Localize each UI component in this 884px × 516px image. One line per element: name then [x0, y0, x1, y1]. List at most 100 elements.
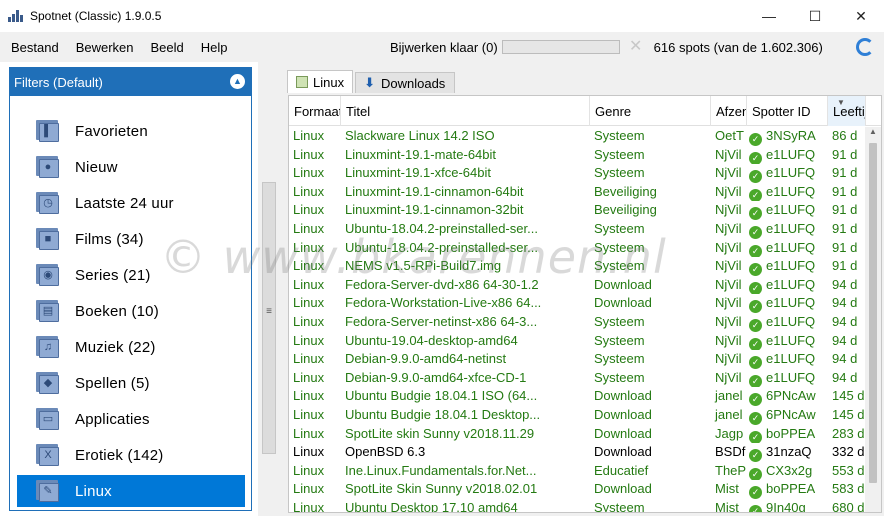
cell-genre: Educatief	[594, 462, 649, 478]
table-row[interactable]: Linux Fedora-Server-dvd-x86 64-30-1.2 Down…	[289, 276, 865, 295]
filter-item[interactable]: X Erotiek (142)	[17, 439, 245, 471]
table-row[interactable]: Linux SpotLite skin Sunny v2018.11.29 Down…	[289, 425, 865, 444]
table-row[interactable]: Linux Linuxmint-19.1-xfce-64bit Systeem NjV…	[289, 164, 865, 183]
cell-sender: NjVil	[715, 276, 742, 292]
cell-title: Ubuntu-18.04.2-preinstalled-ser...	[345, 239, 538, 255]
cell-age: 94 d	[832, 314, 858, 329]
cell-age: 94 d	[832, 351, 858, 367]
refresh-icon[interactable]	[856, 38, 874, 56]
cell-spotter: ✓ e1LUFQ	[747, 146, 828, 165]
table-row[interactable]: Linux Debian-9.9.0-amd64-netinst Systeem Nj…	[289, 350, 865, 369]
cell-title: Linuxmint-19.1-mate-64bit	[345, 146, 497, 162]
cell-age: 91 d	[832, 165, 858, 181]
minimize-button[interactable]: —	[746, 0, 792, 32]
column-header-format[interactable]: Formaat	[289, 96, 341, 126]
tab-linux[interactable]: Linux	[287, 70, 354, 93]
table-row[interactable]: Linux Ine.Linux.Fundamentals.for.Net... Ed…	[289, 462, 865, 481]
filter-label: Series (21)	[75, 266, 151, 284]
table-row[interactable]: Linux Ubuntu-19.04-desktop-amd64 Systeem Nj…	[289, 332, 865, 351]
table-row[interactable]: Linux Ubuntu-18.04.2-preinstalled-ser... S…	[289, 220, 865, 239]
splitter-grip-icon[interactable]: ≡	[264, 307, 274, 322]
filter-item[interactable]: ■ Films (34)	[17, 223, 245, 255]
filter-item[interactable]: ▤ Boeken (10)	[17, 295, 245, 327]
folder-icon: ▭	[36, 408, 60, 430]
verified-check-icon: ✓	[749, 263, 762, 276]
cell-spotter: ✓ 6PNcAw	[747, 387, 828, 406]
table-row[interactable]: Linux Slackware Linux 14.2 ISO Systeem OetT…	[289, 127, 865, 146]
verified-check-icon: ✓	[749, 151, 762, 165]
verified-check-icon: ✓	[749, 319, 762, 332]
scroll-up-icon[interactable]: ▲	[865, 127, 881, 141]
table-row[interactable]: Linux Ubuntu Desktop 17.10 amd64 Systeem Mi…	[289, 499, 865, 513]
cancel-update-icon[interactable]: ✕	[626, 39, 646, 55]
table-row[interactable]: Linux Fedora-Workstation-Live-x86 64... Do…	[289, 294, 865, 313]
cell-sender: NjVil	[715, 369, 742, 385]
maximize-button[interactable]: ☐	[792, 0, 838, 32]
table-row[interactable]: Linux Fedora-Server-netinst-x86 64-3... Sy…	[289, 313, 865, 332]
table-row[interactable]: Linux NEMS v1.5-RPi-Build7.img Systeem NjVi…	[289, 257, 865, 276]
filter-item[interactable]: ◉ Series (21)	[17, 259, 245, 291]
verified-check-icon: ✓	[749, 281, 762, 295]
cell-title: NEMS v1.5-RPi-Build7.img	[345, 258, 502, 274]
filter-item[interactable]: ◷ Laatste 24 uur	[17, 187, 245, 219]
cell-sender: janel	[715, 407, 743, 422]
close-button[interactable]: ✕	[838, 0, 884, 32]
menu-bestand[interactable]: Bestand	[5, 40, 65, 55]
menu-bewerken[interactable]: Bewerken	[70, 40, 140, 55]
menu-beeld[interactable]: Beeld	[145, 40, 190, 55]
cell-title: Debian-9.9.0-amd64-xfce-CD-1	[345, 369, 527, 385]
folder-icon: ◉	[36, 264, 60, 286]
cell-age: 91 d	[832, 239, 858, 255]
folder-icon: ◆	[36, 372, 60, 394]
favorites-icon: ▌	[44, 125, 52, 137]
table-row[interactable]: Linux OpenBSD 6.3 Download BSDf ✓ 31nzaQ 332 d	[289, 443, 865, 462]
verified-check-icon: ✓	[749, 226, 762, 239]
cell-genre: Systeem	[594, 369, 645, 385]
cell-title: Ubuntu Desktop 17.10 amd64	[345, 500, 518, 513]
cell-sender: NjVil	[715, 295, 742, 311]
table-row[interactable]: Linux Linuxmint-19.1-cinnamon-64bit Beveil…	[289, 183, 865, 202]
cell-sender: NjVil	[715, 202, 742, 218]
erotic-icon: X	[44, 449, 52, 461]
column-header-spotter-id[interactable]: Spotter ID	[747, 96, 828, 126]
filter-item[interactable]: ✎ Linux	[17, 475, 245, 507]
table-header: Formaat Titel Genre Afzender Spotter ID …	[289, 96, 881, 126]
cell-spotter: ✓ CX3x2g	[747, 462, 828, 481]
table-row[interactable]: Linux Ubuntu-18.04.2-preinstalled-ser... S…	[289, 239, 865, 258]
table-scrollbar[interactable]: ▲	[865, 127, 881, 512]
cell-format: Linux	[293, 407, 325, 422]
tab-downloads[interactable]: ⬇ Downloads	[355, 72, 456, 93]
menu-help[interactable]: Help	[195, 40, 234, 55]
table-row[interactable]: Linux Debian-9.9.0-amd64-xfce-CD-1 Systeem…	[289, 369, 865, 388]
filter-item[interactable]: ▌ Favorieten	[17, 115, 245, 147]
table-row[interactable]: Linux SpotLite Skin Sunny v2018.02.01 Down…	[289, 480, 865, 499]
column-header-title[interactable]: Titel	[341, 96, 590, 126]
folder-icon: X	[36, 444, 60, 466]
verified-check-icon: ✓	[749, 300, 762, 313]
table-row[interactable]: Linux Ubuntu Budgie 18.04.1 Desktop... Dow…	[289, 406, 865, 425]
verified-check-icon: ✓	[749, 374, 762, 388]
cell-genre: Download	[594, 407, 652, 422]
column-header-sender[interactable]: Afzender	[711, 96, 747, 126]
filter-item[interactable]: ▭ Applicaties	[17, 403, 245, 435]
cell-spotter: ✓ e1LUFQ	[747, 164, 828, 183]
column-header-age[interactable]: Leeftijd	[828, 96, 866, 126]
cell-format: Linux	[293, 258, 325, 274]
collapse-panel-icon[interactable]: ▲	[230, 74, 245, 89]
cell-genre: Systeem	[594, 146, 645, 162]
cell-format: Linux	[293, 481, 325, 497]
scroll-thumb[interactable]	[869, 143, 877, 483]
cell-age: 91 d	[832, 146, 858, 162]
table-row[interactable]: Linux Linuxmint-19.1-mate-64bit Systeem NjV…	[289, 146, 865, 165]
cell-genre: Beveiliging	[594, 202, 657, 218]
filter-item[interactable]: ● Nieuw	[17, 151, 245, 183]
table-row[interactable]: Linux Ubuntu Budgie 18.04.1 ISO (64... Dow…	[289, 387, 865, 406]
table-row[interactable]: Linux Linuxmint-19.1-cinnamon-32bit Beveil…	[289, 201, 865, 220]
spotter-id-text: boPPEA	[766, 425, 816, 441]
cell-title: Fedora-Server-netinst-x86 64-3...	[345, 314, 538, 329]
cell-spotter: ✓ boPPEA	[747, 425, 828, 444]
filter-item[interactable]: ♫ Muziek (22)	[17, 331, 245, 363]
filter-item[interactable]: ◆ Spellen (5)	[17, 367, 245, 399]
update-status: Bijwerken klaar (0) ✕ 616 spots (van de …	[390, 32, 823, 62]
column-header-genre[interactable]: Genre	[590, 96, 711, 126]
